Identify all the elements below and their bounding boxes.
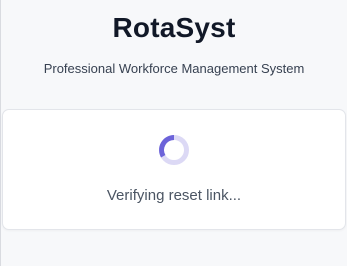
status-message: Verifying reset link... (106, 187, 242, 204)
reset-page: RotaSyst Professional Workforce Manageme… (0, 0, 347, 266)
loading-spinner-icon (159, 135, 189, 165)
app-title: RotaSyst (112, 12, 236, 43)
app-subtitle: Professional Workforce Management System (43, 61, 305, 76)
status-card: Verifying reset link... (2, 109, 346, 230)
